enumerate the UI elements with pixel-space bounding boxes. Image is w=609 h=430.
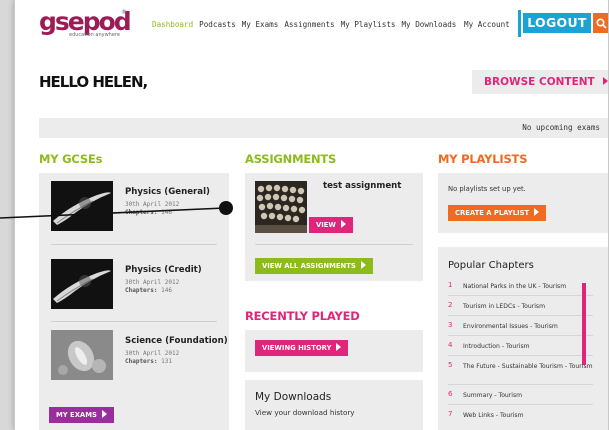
greeting: HELLO HELEN, [39, 73, 148, 91]
course-item[interactable]: Science (Foundation) 30th April 2012 Cha… [51, 330, 228, 394]
chapters-label: Chapters: [125, 358, 158, 365]
view-all-label: VIEW ALL ASSIGNMENTS [262, 262, 356, 270]
recently-played-panel: VIEWING HISTORY [245, 330, 423, 372]
search-icon [596, 17, 607, 29]
view-label: VIEW [316, 221, 336, 229]
assignments-panel: test assignment VIEW VIEW ALL ASSIGNMENT… [245, 173, 423, 281]
viewing-history-label: VIEWING HISTORY [262, 344, 332, 352]
view-all-assignments-button[interactable]: VIEW ALL ASSIGNMENTS [255, 258, 373, 274]
divider [448, 355, 593, 356]
site-logo[interactable]: gsepod ® education anywhere [39, 7, 132, 44]
course-chapters: Chapters: 131 [125, 358, 172, 365]
assignment-name[interactable]: test assignment [323, 181, 401, 191]
chapter-number: 4 [448, 341, 453, 349]
popular-chapters-title: Popular Chapters [448, 260, 534, 271]
nav-assignments[interactable]: Assignments [284, 20, 334, 29]
course-chapters: Chapters: 146 [125, 209, 172, 216]
create-playlist-button[interactable]: CREATE A PLAYLIST [448, 205, 547, 221]
course-thumbnail [51, 181, 113, 231]
view-assignment-button[interactable]: VIEW [309, 217, 353, 233]
divider [448, 384, 593, 385]
nav-podcasts[interactable]: Podcasts [199, 20, 236, 29]
downloads-panel: My Downloads View your download history [245, 380, 423, 430]
chapter-title: Introduction - Tourism [463, 343, 530, 350]
search-button[interactable] [593, 13, 608, 33]
course-date: 30th April 2012 [125, 350, 180, 357]
arrow-right-icon [336, 343, 342, 351]
arrow-right-icon [602, 77, 608, 85]
chapter-title: National Parks in the UK - Tourism [463, 283, 567, 290]
course-item[interactable]: Physics (General) 30th April 2012 Chapte… [51, 181, 221, 245]
downloads-title: My Downloads [255, 391, 332, 403]
nav-my-playlists[interactable]: My Playlists [341, 20, 396, 29]
chapter-number: 2 [448, 301, 453, 309]
logo-registered-mark: ® [121, 9, 127, 16]
divider [448, 335, 593, 336]
create-playlist-label: CREATE A PLAYLIST [455, 209, 530, 217]
logout-button[interactable]: LOGOUT [523, 13, 591, 33]
gcse-section-title: MY GCSEs [39, 152, 103, 166]
chapter-number: 5 [448, 361, 453, 369]
chapters-count: 131 [161, 358, 172, 365]
downloads-description[interactable]: View your download history [255, 408, 355, 417]
divider [255, 244, 413, 245]
my-exams-label: MY EXAMS [56, 411, 97, 419]
divider [448, 404, 593, 405]
course-date: 30th April 2012 [125, 279, 180, 286]
viewing-history-button[interactable]: VIEWING HISTORY [255, 340, 349, 356]
gcse-panel: Physics (General) 30th April 2012 Chapte… [39, 173, 229, 430]
site-header: gsepod ® education anywhere Dashboard Po… [15, 0, 608, 48]
chapter-title: Tourism in LEDCs - Tourism [463, 303, 546, 310]
nav-dashboard[interactable]: Dashboard [152, 20, 193, 29]
divider [448, 295, 593, 296]
browse-content-button[interactable]: BROWSE CONTENT [472, 70, 608, 94]
nav-separator [518, 10, 521, 37]
playlists-panel: No playlists set up yet. CREATE A PLAYLI… [438, 173, 608, 233]
nav-my-downloads[interactable]: My Downloads [401, 20, 456, 29]
course-name: Physics (General) [125, 187, 210, 197]
logo-text: gsepod [39, 7, 132, 36]
arrow-right-icon [340, 220, 346, 228]
arrow-right-icon [101, 410, 107, 418]
chapters-label: Chapters: [125, 287, 158, 294]
chapter-number: 7 [448, 410, 453, 418]
upcoming-exams-bar: No upcoming exams [39, 118, 608, 138]
recently-played-title: RECENTLY PLAYED [245, 309, 360, 323]
popular-chapters-scrollbar[interactable] [582, 283, 586, 365]
playlists-empty-message: No playlists set up yet. [448, 185, 526, 193]
arrow-right-icon [360, 261, 366, 269]
logo-tagline: education anywhere [69, 32, 120, 38]
browse-content-label: BROWSE CONTENT [484, 76, 595, 88]
nav-my-exams[interactable]: My Exams [242, 20, 279, 29]
divider [448, 315, 593, 316]
course-thumbnail [51, 259, 113, 309]
chapter-number: 6 [448, 390, 453, 398]
course-date: 30th April 2012 [125, 201, 180, 208]
divider [51, 321, 217, 322]
course-item[interactable]: Physics (Credit) 30th April 2012 Chapter… [51, 259, 221, 323]
chapter-number: 1 [448, 281, 453, 289]
chapter-title: Summary - Tourism [463, 392, 523, 399]
nav-my-account[interactable]: My Account [464, 20, 510, 29]
playlists-section-title: MY PLAYLISTS [438, 152, 528, 166]
chapter-title: The Future - Sustainable Tourism - Touri… [463, 363, 593, 370]
assignment-thumbnail [255, 181, 307, 233]
chapter-title: Web Links - Tourism [463, 412, 524, 419]
chapters-count: 146 [161, 287, 172, 294]
course-name: Physics (Credit) [125, 265, 202, 275]
course-name: Science (Foundation) [125, 336, 228, 346]
arrow-right-icon [534, 208, 540, 216]
chapter-number: 3 [448, 321, 453, 329]
course-chapters: Chapters: 146 [125, 287, 172, 294]
main-nav: Dashboard Podcasts My Exams Assignments … [152, 20, 456, 29]
chapters-label: Chapters: [125, 209, 158, 216]
course-thumbnail [51, 330, 113, 380]
chapter-title: Environmental Issues - Tourism [463, 323, 558, 330]
my-exams-button[interactable]: MY EXAMS [49, 407, 114, 423]
assignments-section-title: ASSIGNMENTS [245, 152, 337, 166]
divider [51, 244, 217, 245]
dashboard-page: gsepod ® education anywhere Dashboard Po… [14, 0, 609, 430]
chapters-count: 146 [161, 209, 172, 216]
